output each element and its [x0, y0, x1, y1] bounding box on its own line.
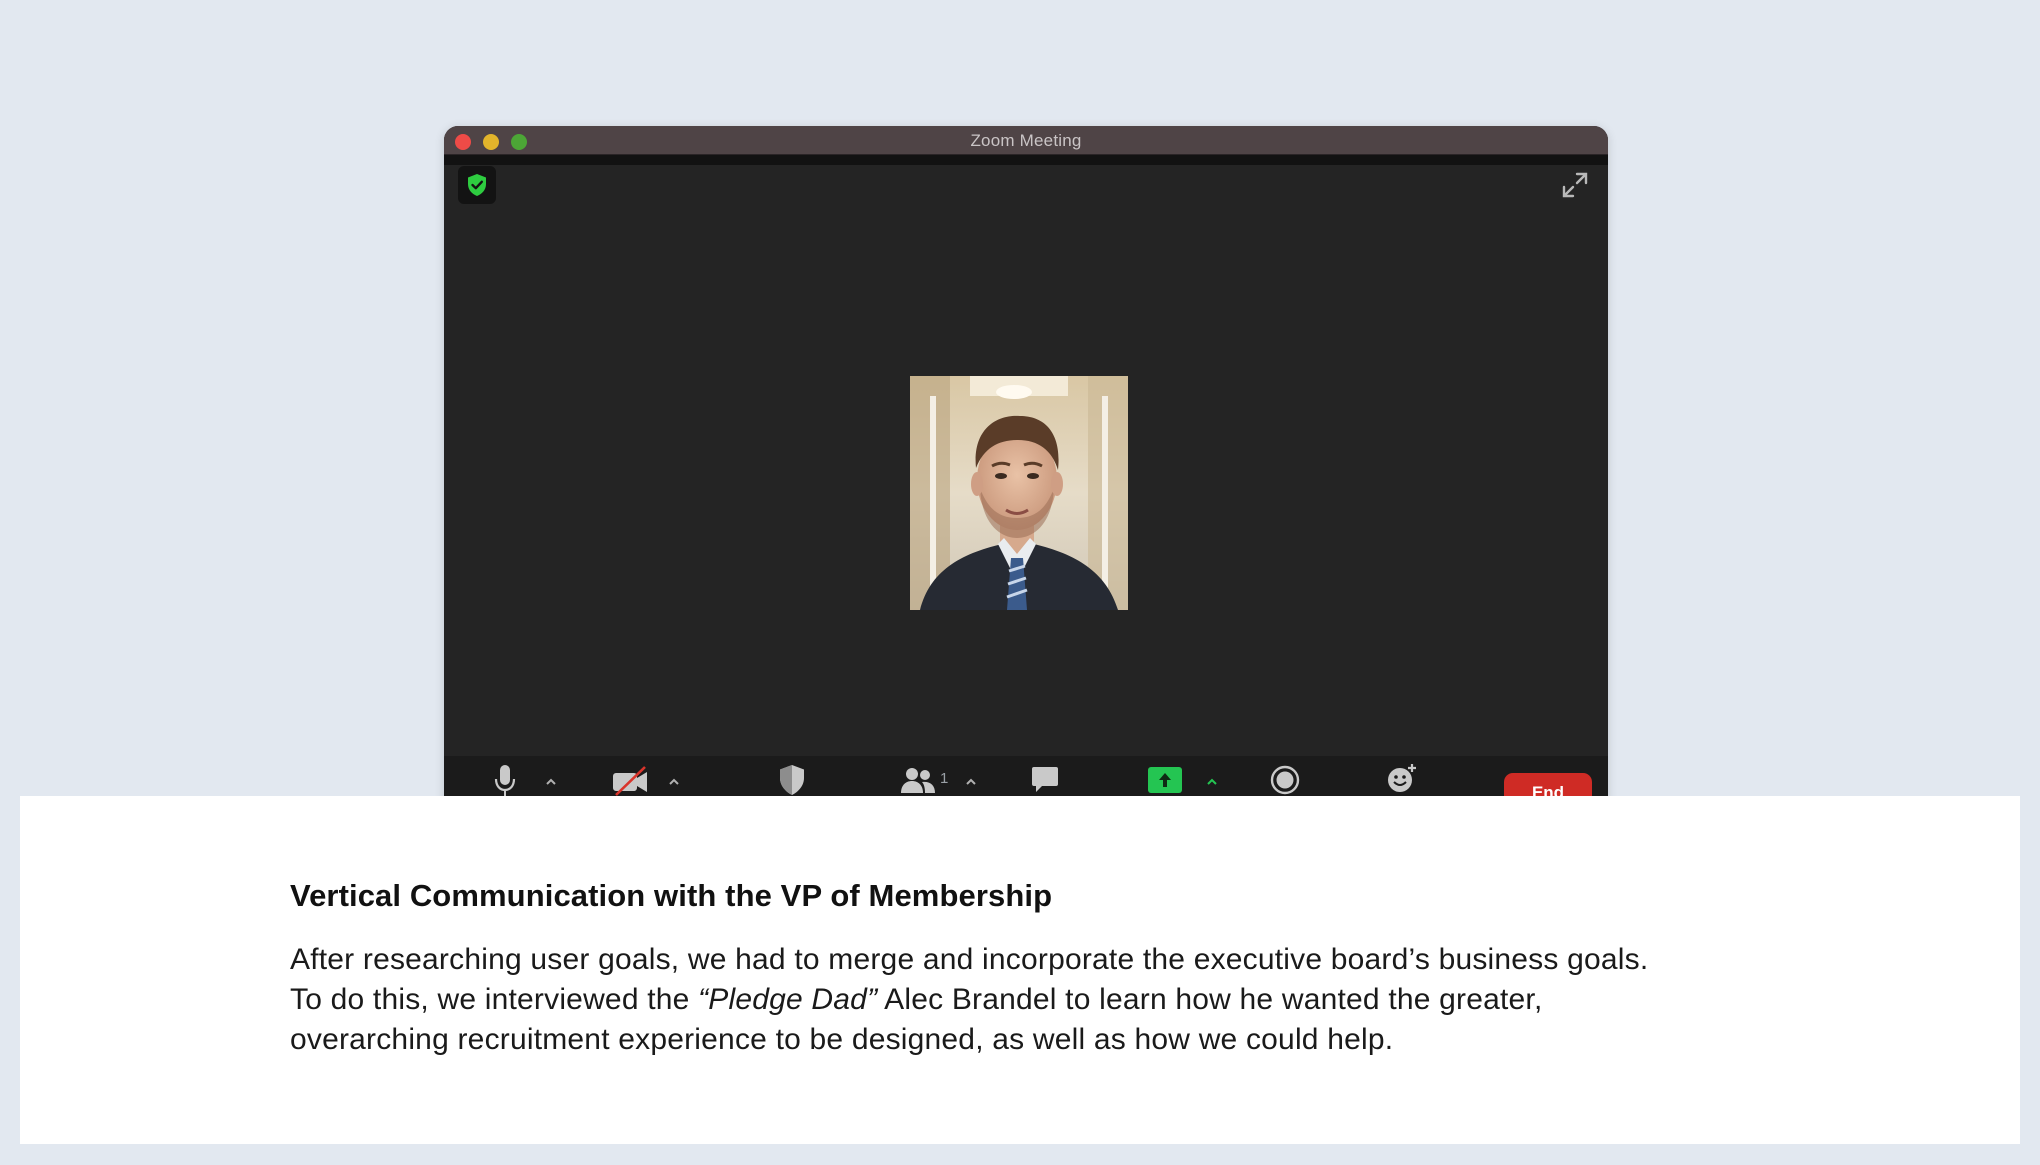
pledge-dad-quote: “Pledge Dad” — [698, 983, 878, 1016]
audio-options-caret-icon[interactable] — [544, 777, 558, 787]
meeting-security-badge[interactable] — [458, 166, 496, 204]
body-line-3: overarching recruitment experience to be… — [290, 1023, 1394, 1056]
window-title: Zoom Meeting — [970, 131, 1082, 150]
share-screen-icon — [1148, 767, 1182, 793]
reactions-icon — [1388, 764, 1416, 792]
zoom-meeting-window: Zoom Meeting 1 End — [444, 126, 1608, 826]
section-body: After researching user goals, we had to … — [290, 940, 1770, 1060]
participant-count: 1 — [940, 770, 949, 787]
security-shield-icon — [780, 765, 804, 795]
microphone-icon — [494, 765, 516, 796]
participants-icon — [901, 768, 935, 793]
record-button[interactable] — [1270, 765, 1300, 800]
chat-button[interactable] — [1030, 766, 1060, 799]
participant-photo — [910, 376, 1128, 610]
section-title: Vertical Communication with the VP of Me… — [290, 878, 1053, 913]
reactions-button[interactable] — [1386, 762, 1418, 799]
titlebar-divider — [444, 155, 1608, 165]
body-line-2-prefix: To do this, we interviewed the — [290, 983, 699, 1016]
fullscreen-button[interactable] — [1561, 171, 1589, 199]
video-options-caret-icon[interactable] — [667, 777, 681, 787]
window-titlebar: Zoom Meeting — [444, 126, 1608, 155]
case-study-card: Vertical Communication with the VP of Me… — [20, 796, 2020, 1144]
participants-options-caret-icon[interactable] — [964, 777, 978, 787]
expand-arrows-icon — [1562, 172, 1588, 198]
participant-video-tile[interactable] — [910, 376, 1128, 610]
record-icon — [1270, 765, 1300, 795]
body-line-2-suffix: Alec Brandel to learn how he wanted the … — [877, 983, 1543, 1016]
video-off-icon — [613, 766, 647, 796]
body-line-1: After researching user goals, we had to … — [290, 943, 1649, 976]
participants-button[interactable] — [900, 766, 936, 799]
shield-check-icon — [468, 174, 486, 196]
chat-icon — [1032, 767, 1058, 792]
share-options-caret-icon[interactable] — [1205, 777, 1219, 787]
share-screen-button[interactable] — [1147, 766, 1183, 799]
